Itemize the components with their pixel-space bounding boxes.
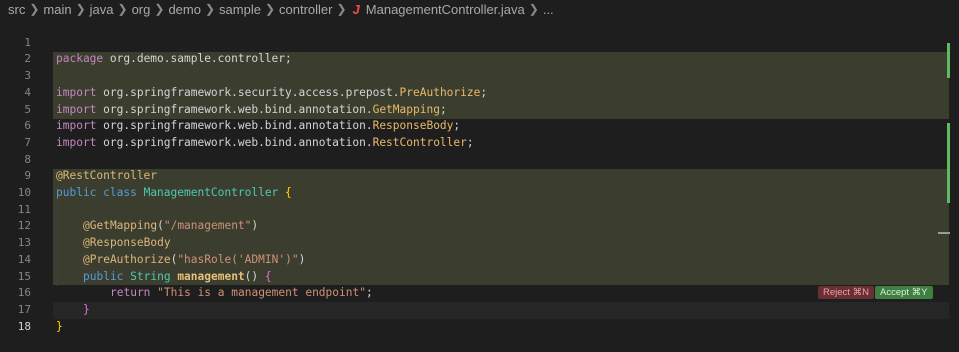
breadcrumb-item-controller[interactable]: controller bbox=[279, 2, 332, 17]
code-line: 4 import org.springframework.web.bind.an… bbox=[0, 68, 959, 116]
code-line: 14 public String management() { bbox=[0, 235, 959, 283]
breadcrumb: src ❯ main ❯ java ❯ org ❯ demo ❯ sample … bbox=[0, 0, 959, 18]
code-line: 9 public class ManagementController { bbox=[0, 152, 959, 199]
breadcrumb-more[interactable]: ... bbox=[543, 2, 554, 17]
code-line: 6 import org.springframework.web.bind.an… bbox=[0, 102, 959, 149]
code-line: 2 bbox=[0, 35, 959, 65]
code-line: 12 @ResponseBody bbox=[0, 202, 959, 249]
code-line: 16 } bbox=[0, 269, 959, 316]
breadcrumb-item-file[interactable]: ManagementController.java bbox=[366, 2, 525, 17]
code-editor[interactable]: 1 package org.demo.sample.controller; 2 … bbox=[0, 18, 959, 333]
chevron-right-icon: ❯ bbox=[528, 2, 539, 16]
code-line: 15 return "This is a management endpoint… bbox=[0, 252, 959, 300]
chevron-right-icon: ❯ bbox=[204, 2, 216, 16]
code-line: 7 bbox=[0, 118, 959, 149]
chevron-right-icon: ❯ bbox=[75, 2, 86, 16]
code-line: 11 @GetMapping("/management") bbox=[0, 185, 959, 233]
breadcrumb-item-demo[interactable]: demo bbox=[168, 2, 201, 17]
code-line: 5 import org.springframework.web.bind.an… bbox=[0, 85, 959, 133]
chevron-right-icon: ❯ bbox=[336, 2, 347, 16]
chevron-right-icon: ❯ bbox=[154, 2, 165, 16]
breadcrumb-item-sample[interactable]: sample bbox=[219, 2, 261, 17]
chevron-right-icon: ❯ bbox=[29, 2, 40, 16]
brace: } bbox=[56, 319, 63, 333]
breadcrumb-item-java[interactable]: java bbox=[90, 2, 114, 17]
chevron-right-icon: ❯ bbox=[264, 2, 276, 16]
breadcrumb-item-src[interactable]: src bbox=[8, 2, 25, 17]
breadcrumb-item-main[interactable]: main bbox=[43, 2, 71, 17]
chevron-right-icon: ❯ bbox=[117, 2, 128, 16]
code-line: 10 bbox=[0, 168, 959, 199]
java-file-icon: J bbox=[352, 1, 360, 17]
code-line: 17 } bbox=[0, 285, 959, 333]
code-line: 18 bbox=[0, 302, 959, 333]
accept-button[interactable]: Accept ⌘Y bbox=[875, 286, 933, 299]
breadcrumb-item-org[interactable]: org bbox=[132, 2, 151, 17]
code-line: 8 @RestController bbox=[0, 135, 959, 183]
code-line: 1 package org.demo.sample.controller; bbox=[0, 18, 959, 66]
reject-button[interactable]: Reject ⌘N bbox=[818, 286, 874, 299]
code-line: 13 @PreAuthorize("hasRole('ADMIN')") bbox=[0, 218, 959, 266]
code-line: 3 import org.springframework.security.ac… bbox=[0, 51, 959, 99]
